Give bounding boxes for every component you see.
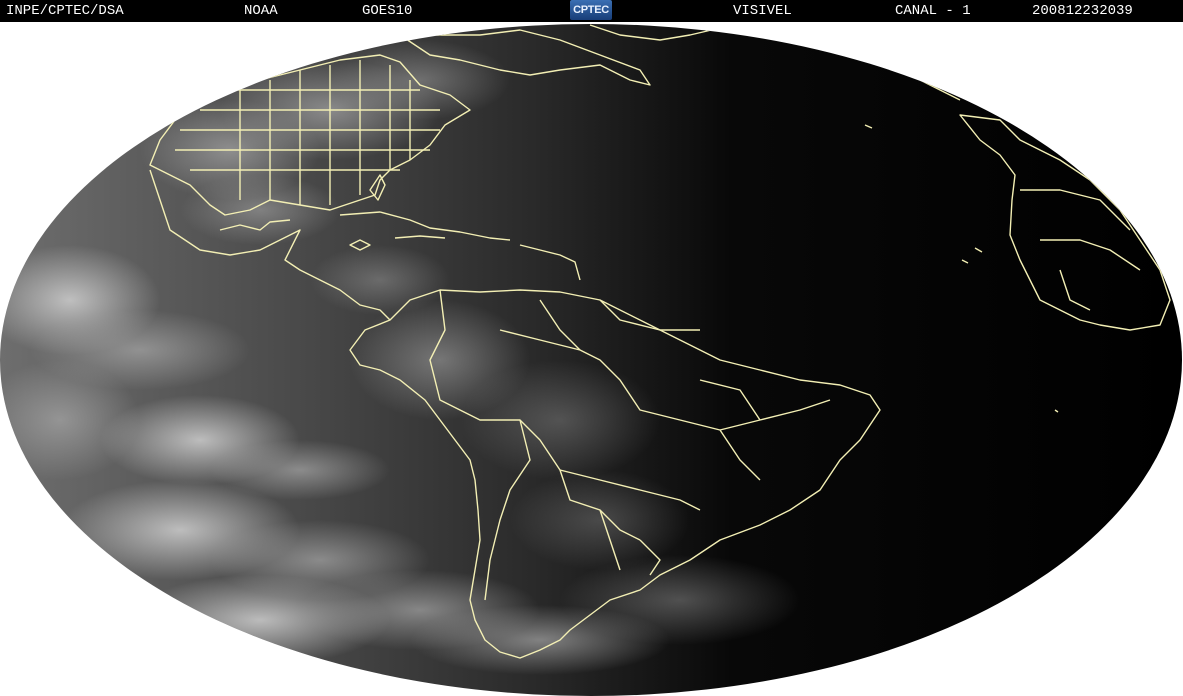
earth-disk [0, 22, 1183, 696]
cptec-logo: CPTEC [570, 0, 612, 20]
agency-label: NOAA [244, 3, 278, 19]
band-label: VISIVEL [733, 3, 792, 19]
satellite-label: GOES10 [362, 3, 413, 19]
timestamp-label: 200812232039 [1032, 3, 1133, 19]
logo-text: CPTEC [573, 4, 609, 16]
organization-label: INPE/CPTEC/DSA [6, 3, 124, 19]
channel-label: CANAL - 1 [895, 3, 971, 19]
header-bar: INPE/CPTEC/DSA NOAA GOES10 CPTEC VISIVEL… [0, 0, 1183, 22]
satellite-image [0, 22, 1183, 696]
